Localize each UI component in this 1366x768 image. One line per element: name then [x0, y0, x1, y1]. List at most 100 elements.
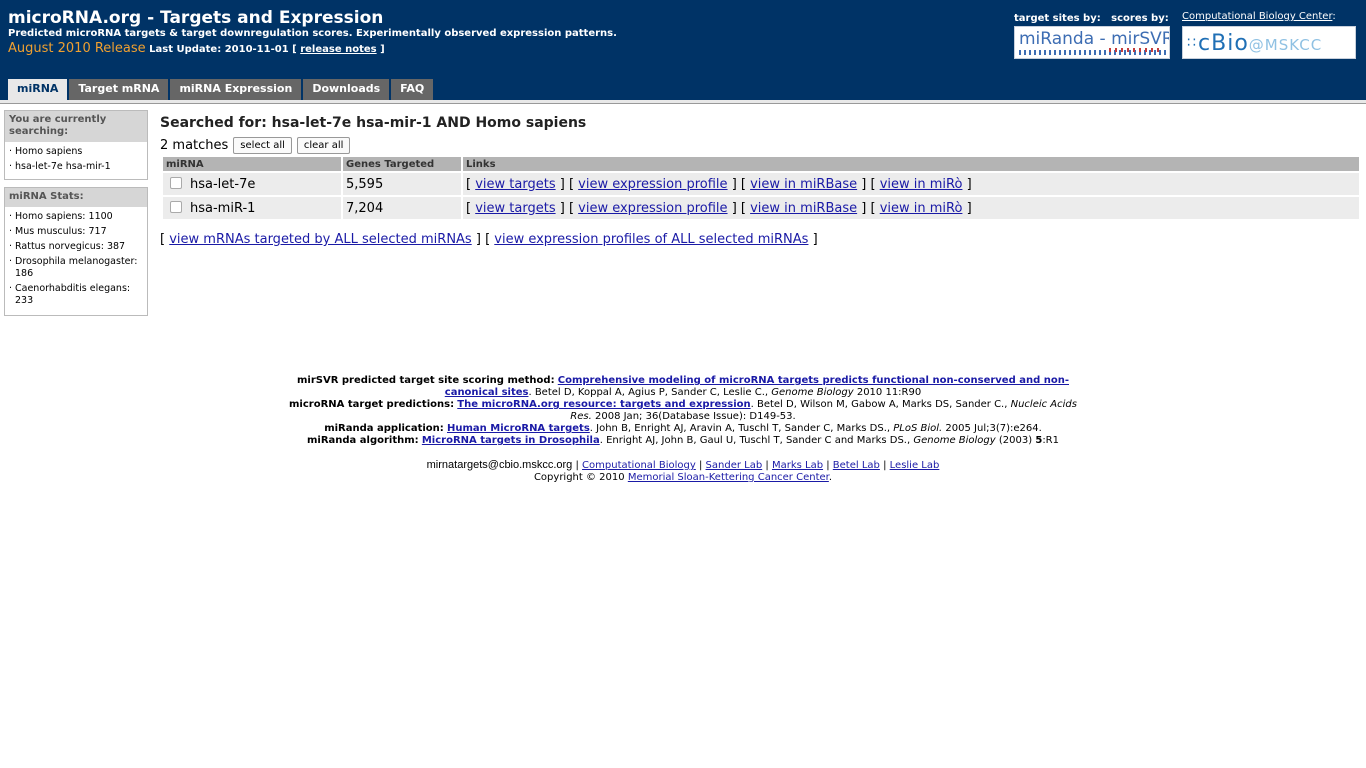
view-targets-link[interactable]: view targets — [475, 201, 555, 216]
mirna-stats-title: miRNA Stats: — [5, 188, 147, 207]
tab-faq[interactable]: FAQ — [391, 79, 434, 100]
citation-link[interactable]: MicroRNA targets in Drosophila — [422, 435, 600, 446]
last-update-date: 2010-11-01 — [224, 44, 289, 55]
main-tabs: miRNA Target mRNA miRNA Expression Downl… — [8, 79, 434, 101]
view-in-miro-link[interactable]: view in miRò — [880, 201, 963, 216]
stats-item: Drosophila melanogaster: 186 — [8, 256, 144, 280]
bracket: ] [ — [559, 176, 575, 192]
logo-bars-graphic-red — [1109, 48, 1159, 52]
select-all-button[interactable]: select all — [233, 137, 292, 154]
citation-ref: 2010 11:R90 — [856, 387, 922, 398]
tab-downloads[interactable]: Downloads — [303, 79, 390, 100]
bracket: ] [ — [861, 176, 876, 192]
citation-authors: . John B, Enright AJ, Aravin A, Tuschl T… — [589, 423, 891, 434]
tab-underbar — [0, 100, 1366, 104]
view-expression-profile-link[interactable]: view expression profile — [578, 201, 727, 216]
footer-links-line: mirnatargets@cbio.mskcc.org | Computatio… — [283, 459, 1083, 472]
cbc-link-wrap: Computational Biology Center: — [1182, 11, 1336, 22]
bracket: ] — [966, 200, 972, 216]
row-checkbox[interactable] — [170, 176, 182, 189]
view-all-expression-link[interactable]: view expression profiles of ALL selected… — [494, 232, 808, 247]
miranda-mirsvr-logo[interactable]: miRanda - mirSVR — [1014, 26, 1170, 59]
site-title: microRNA.org - Targets and Expression — [8, 8, 384, 28]
separator: | — [575, 460, 579, 471]
view-in-miro-link[interactable]: view in miRò — [880, 177, 963, 192]
cbc-colon: : — [1332, 11, 1336, 22]
release-notes-link[interactable]: release notes — [300, 44, 376, 55]
tab-target-mrna[interactable]: Target mRNA — [69, 79, 169, 100]
current-search-panel: You are currently searching: Homo sapien… — [4, 110, 148, 180]
citation-ref: 2005 Jul;3(7):e264. — [945, 423, 1042, 434]
links-cell: [ view targets ] [ view expression profi… — [463, 173, 1359, 195]
separator: | — [698, 460, 703, 471]
citation-label: miRanda application: — [324, 423, 444, 434]
citation-journal: PLoS Biol. — [893, 423, 943, 434]
computational-biology-center-link[interactable]: Computational Biology Center — [1182, 11, 1332, 22]
view-all-targets-link[interactable]: view mRNAs targeted by ALL selected miRN… — [169, 232, 472, 247]
genes-targeted-cell: 7,204 — [343, 197, 461, 219]
bracket-close: ] — [380, 44, 385, 55]
stats-item: Mus musculus: 717 — [8, 226, 144, 238]
footer-link-marks-lab[interactable]: Marks Lab — [772, 460, 823, 471]
view-expression-profile-link[interactable]: view expression profile — [578, 177, 727, 192]
citation-ref: 2008 Jan; 36(Database Issue): D149-53. — [594, 411, 796, 422]
table-row: hsa-let-7e 5,595 [ view targets ] [ view… — [163, 173, 1359, 195]
citation-journal: Genome Biology — [913, 435, 996, 446]
bracket: ] — [812, 232, 818, 247]
citation-link[interactable]: Human MicroRNA targets — [447, 423, 590, 434]
view-targets-link[interactable]: view targets — [475, 177, 555, 192]
citation-authors: . Betel D, Wilson M, Gabow A, Marks DS, … — [750, 399, 1008, 410]
footer-link-computational-biology[interactable]: Computational Biology — [582, 460, 696, 471]
tab-mirna[interactable]: miRNA — [8, 79, 68, 101]
release-label: August 2010 Release — [8, 41, 146, 56]
match-count: 2 matches — [160, 138, 229, 153]
genes-targeted-cell: 5,595 — [343, 173, 461, 195]
column-header-genes: Genes Targeted — [343, 157, 461, 171]
bracket: ] [ — [559, 200, 575, 216]
citation-authors: . Betel D, Koppal A, Agius P, Sander C, … — [528, 387, 769, 398]
current-search-title: You are currently searching: — [5, 111, 147, 142]
row-checkbox[interactable] — [170, 200, 182, 213]
bracket: ] — [966, 176, 972, 192]
mirna-stats-list: Homo sapiens: 1100 Mus musculus: 717 Rat… — [5, 207, 147, 314]
tab-mirna-expression[interactable]: miRNA Expression — [170, 79, 302, 100]
stats-item: Caenorhabditis elegans: 233 — [8, 283, 144, 307]
stats-item: Homo sapiens: 1100 — [8, 211, 144, 223]
citation-miranda-algorithm: miRanda algorithm: MicroRNA targets in D… — [283, 435, 1083, 447]
cbio-logo-suffix: @MSKCC — [1248, 36, 1323, 54]
current-search-item: hsa-let-7e hsa-mir-1 — [8, 161, 144, 173]
last-update-label: Last Update: — [149, 44, 222, 55]
cbio-logo[interactable]: ∷ cBio@MSKCC — [1182, 26, 1356, 59]
cbio-dots-icon: ∷ — [1187, 35, 1196, 51]
column-header-mirna: miRNA — [163, 157, 341, 171]
citation-authors: . Enright AJ, John B, Gaul U, Tuschl T, … — [599, 435, 911, 446]
citation-label: mirSVR predicted target site scoring met… — [297, 375, 555, 386]
citation-label: miRanda algorithm: — [306, 435, 419, 446]
mskcc-link[interactable]: Memorial Sloan-Kettering Cancer Center — [628, 472, 829, 483]
current-search-item: Homo sapiens — [8, 146, 144, 158]
footer-link-leslie-lab[interactable]: Leslie Lab — [890, 460, 940, 471]
citation-predictions: microRNA target predictions: The microRN… — [283, 399, 1083, 423]
site-tagline: Predicted microRNA targets & target down… — [8, 28, 617, 39]
mirna-cell: hsa-let-7e — [163, 173, 341, 195]
citations: mirSVR predicted target site scoring met… — [283, 375, 1083, 447]
footer-link-betel-lab[interactable]: Betel Lab — [833, 460, 880, 471]
clear-all-button[interactable]: clear all — [296, 137, 351, 154]
links-cell: [ view targets ] [ view expression profi… — [463, 197, 1359, 219]
contact-email: mirnatargets@cbio.mskcc.org — [426, 459, 573, 471]
citation-ref: (2003) — [998, 435, 1033, 446]
view-in-mirbase-link[interactable]: view in miRBase — [750, 201, 857, 216]
period: . — [828, 472, 833, 483]
bracket: [ — [160, 232, 166, 247]
view-in-mirbase-link[interactable]: view in miRBase — [750, 177, 857, 192]
bracket: ] [ — [731, 176, 746, 192]
mirna-name: hsa-let-7e — [190, 176, 256, 192]
cbio-logo-text: cBio — [1198, 31, 1249, 56]
citation-link[interactable]: The microRNA.org resource: targets and e… — [457, 399, 750, 410]
mirna-stats-panel: miRNA Stats: Homo sapiens: 1100 Mus musc… — [4, 187, 148, 316]
footer-link-sander-lab[interactable]: Sander Lab — [706, 460, 763, 471]
bracket: ] [ — [861, 200, 876, 216]
site-header: microRNA.org - Targets and Expression Pr… — [0, 0, 1366, 101]
table-header-row: miRNA Genes Targeted Links — [163, 157, 1359, 171]
mirna-cell: hsa-miR-1 — [163, 197, 341, 219]
